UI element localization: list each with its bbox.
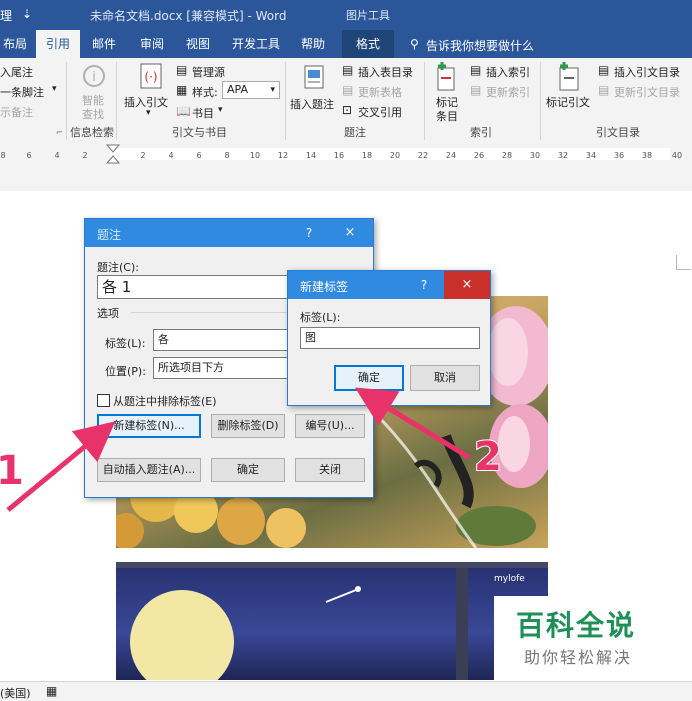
watermark-title: 百科全说 xyxy=(516,609,637,642)
status-bar: (美国) ▦ xyxy=(0,681,692,701)
language-status[interactable]: (美国) xyxy=(0,685,31,701)
step-2-number: 2 xyxy=(473,433,503,481)
step-1-number: 1 xyxy=(0,447,25,495)
annotation-arrows xyxy=(6,387,472,512)
site-watermark: 百科全说 助你轻松解决 xyxy=(494,596,692,680)
watermark-subtitle: 助你轻松解决 xyxy=(524,648,633,667)
arrow-step-2 xyxy=(354,387,472,461)
macro-record-icon[interactable]: ▦ xyxy=(46,684,57,698)
